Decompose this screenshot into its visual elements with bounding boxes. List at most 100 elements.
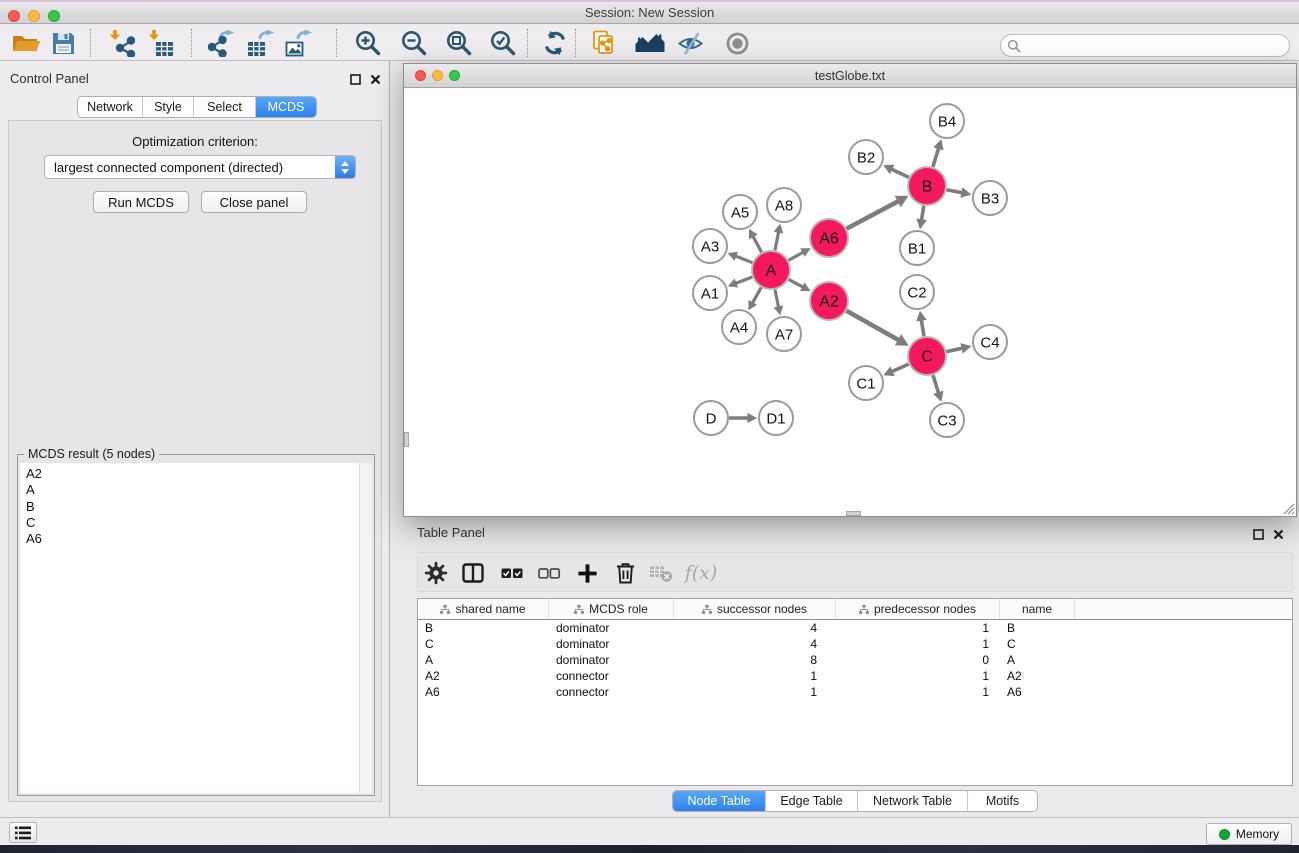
column-header-shared-name[interactable]: shared name xyxy=(418,599,549,619)
graph-node-A5[interactable]: A5 xyxy=(723,195,757,229)
graph-edge-C-C1[interactable] xyxy=(883,364,908,376)
home-button[interactable] xyxy=(633,26,667,60)
graph-edge-A-A1[interactable] xyxy=(728,277,753,288)
cell-mcds-role[interactable]: connector xyxy=(549,684,674,700)
graph-node-A[interactable]: A xyxy=(752,251,790,289)
graph-node-C1[interactable]: C1 xyxy=(849,366,883,400)
graph-node-C4[interactable]: C4 xyxy=(973,325,1007,359)
hide-graphics-details-button[interactable] xyxy=(673,26,707,60)
float-table-panel-icon[interactable] xyxy=(1253,527,1264,545)
close-panel-icon[interactable] xyxy=(370,72,381,90)
graph-node-C[interactable]: C xyxy=(908,337,946,375)
tab-mcds[interactable]: MCDS xyxy=(256,97,316,117)
graph-node-C3[interactable]: C3 xyxy=(930,403,964,437)
vertical-scrollbar-thumb[interactable] xyxy=(404,432,409,447)
table-row[interactable]: Bdominator41B xyxy=(418,620,1292,636)
graph-edge-A6-B[interactable] xyxy=(847,196,909,229)
cell-successor-nodes[interactable]: 1 xyxy=(674,684,836,700)
graph-edge-A-A5[interactable] xyxy=(749,229,762,253)
float-panel-icon[interactable] xyxy=(350,72,361,90)
graph-edge-A-A7[interactable] xyxy=(774,290,784,316)
graph-edge-C-C3[interactable] xyxy=(933,375,943,402)
show-graphics-details-button[interactable] xyxy=(720,26,754,60)
tab-style[interactable]: Style xyxy=(143,97,194,117)
table-row[interactable]: A2connector11A2 xyxy=(418,668,1292,684)
tab-edge-table[interactable]: Edge Table xyxy=(766,791,858,811)
graph-edge-B-B4[interactable] xyxy=(933,139,944,167)
network-graph[interactable]: AA6A2BCA5A8A3A1A4A7B2B4B3B1C2C4C1C3DD1 xyxy=(404,89,1296,516)
cell-predecessor-nodes[interactable]: 1 xyxy=(836,636,1000,652)
zoom-fit-button[interactable] xyxy=(442,26,476,60)
resize-grip-icon[interactable] xyxy=(1282,502,1295,515)
mcds-result-item[interactable]: A2 xyxy=(20,466,372,482)
export-network-button[interactable] xyxy=(205,26,239,60)
graph-edge-C-C2[interactable] xyxy=(916,311,927,336)
graph-node-C2[interactable]: C2 xyxy=(900,275,934,309)
cell-mcds-role[interactable]: dominator xyxy=(549,652,674,668)
column-header-predecessor-nodes[interactable]: predecessor nodes xyxy=(836,599,1000,619)
tab-network-table[interactable]: Network Table xyxy=(858,791,968,811)
graph-edge-A2-C[interactable] xyxy=(846,311,908,346)
graph-edge-B-B1[interactable] xyxy=(916,206,927,229)
mcds-result-item[interactable]: A6 xyxy=(20,531,372,547)
cell-name[interactable]: B xyxy=(1000,620,1075,636)
table-row[interactable]: Cdominator41C xyxy=(418,636,1292,652)
criterion-dropdown[interactable]: largest connected component (directed) xyxy=(44,155,356,179)
graph-edge-C-C4[interactable] xyxy=(947,343,972,353)
zoom-out-button[interactable] xyxy=(397,26,431,60)
mcds-result-list[interactable]: A2ABCA6 xyxy=(20,463,372,793)
zoom-selected-button[interactable] xyxy=(486,26,520,60)
horizontal-scrollbar-thumb[interactable] xyxy=(846,511,861,516)
memory-button[interactable]: Memory xyxy=(1206,823,1292,845)
list-scrollbar[interactable] xyxy=(359,463,372,793)
graph-node-A6[interactable]: A6 xyxy=(810,219,848,257)
graph-node-B4[interactable]: B4 xyxy=(930,104,964,138)
function-builder-button[interactable]: f(x) xyxy=(681,560,721,586)
zoom-in-button[interactable] xyxy=(351,26,385,60)
open-session-button[interactable] xyxy=(9,26,43,60)
cell-shared-name[interactable]: C xyxy=(418,636,549,652)
network-canvas[interactable]: AA6A2BCA5A8A3A1A4A7B2B4B3B1C2C4C1C3DD1 xyxy=(404,89,1296,516)
cell-predecessor-nodes[interactable]: 0 xyxy=(836,652,1000,668)
graph-edge-A-A8[interactable] xyxy=(774,224,784,251)
close-table-panel-icon[interactable] xyxy=(1273,527,1284,545)
mcds-result-item[interactable]: A xyxy=(20,482,372,498)
column-header-successor-nodes[interactable]: successor nodes xyxy=(674,599,836,619)
tab-motifs[interactable]: Motifs xyxy=(968,791,1037,811)
cell-mcds-role[interactable]: dominator xyxy=(549,620,674,636)
delete-column-button[interactable] xyxy=(612,560,638,586)
export-table-button[interactable] xyxy=(244,26,278,60)
cell-name[interactable]: A6 xyxy=(1000,684,1075,700)
network-window-titlebar[interactable]: testGlobe.txt xyxy=(404,64,1296,88)
tab-node-table[interactable]: Node Table xyxy=(673,791,766,811)
mcds-result-item[interactable]: C xyxy=(20,515,372,531)
cell-shared-name[interactable]: A2 xyxy=(418,668,549,684)
graph-node-A2[interactable]: A2 xyxy=(810,282,848,320)
deselect-all-button[interactable] xyxy=(536,560,562,586)
graph-node-B[interactable]: B xyxy=(908,167,946,205)
node-table[interactable]: shared nameMCDS rolesuccessor nodesprede… xyxy=(417,598,1293,786)
cell-mcds-role[interactable]: dominator xyxy=(549,636,674,652)
graph-edge-D-D1[interactable] xyxy=(729,413,757,423)
table-row[interactable]: A6connector11A6 xyxy=(418,684,1292,700)
graph-edge-A-A4[interactable] xyxy=(748,287,761,310)
graph-node-D[interactable]: D xyxy=(694,401,728,435)
cell-successor-nodes[interactable]: 8 xyxy=(674,652,836,668)
graph-node-A4[interactable]: A4 xyxy=(722,310,756,344)
task-history-button[interactable] xyxy=(9,822,37,843)
run-mcds-button[interactable]: Run MCDS xyxy=(93,191,189,213)
graph-node-B1[interactable]: B1 xyxy=(900,231,934,265)
mcds-result-item[interactable]: B xyxy=(20,499,372,515)
cell-predecessor-nodes[interactable]: 1 xyxy=(836,620,1000,636)
cell-mcds-role[interactable]: connector xyxy=(549,668,674,684)
graph-node-A7[interactable]: A7 xyxy=(767,317,801,351)
add-column-button[interactable] xyxy=(574,560,600,586)
refresh-button[interactable] xyxy=(538,26,572,60)
column-header-mcds-role[interactable]: MCDS role xyxy=(549,599,674,619)
table-row[interactable]: Adominator80A xyxy=(418,652,1292,668)
export-image-button[interactable] xyxy=(282,26,316,60)
search-input[interactable] xyxy=(1025,39,1289,53)
cell-shared-name[interactable]: B xyxy=(418,620,549,636)
graph-edge-B-B2[interactable] xyxy=(883,165,909,178)
delete-table-button[interactable] xyxy=(648,560,674,586)
